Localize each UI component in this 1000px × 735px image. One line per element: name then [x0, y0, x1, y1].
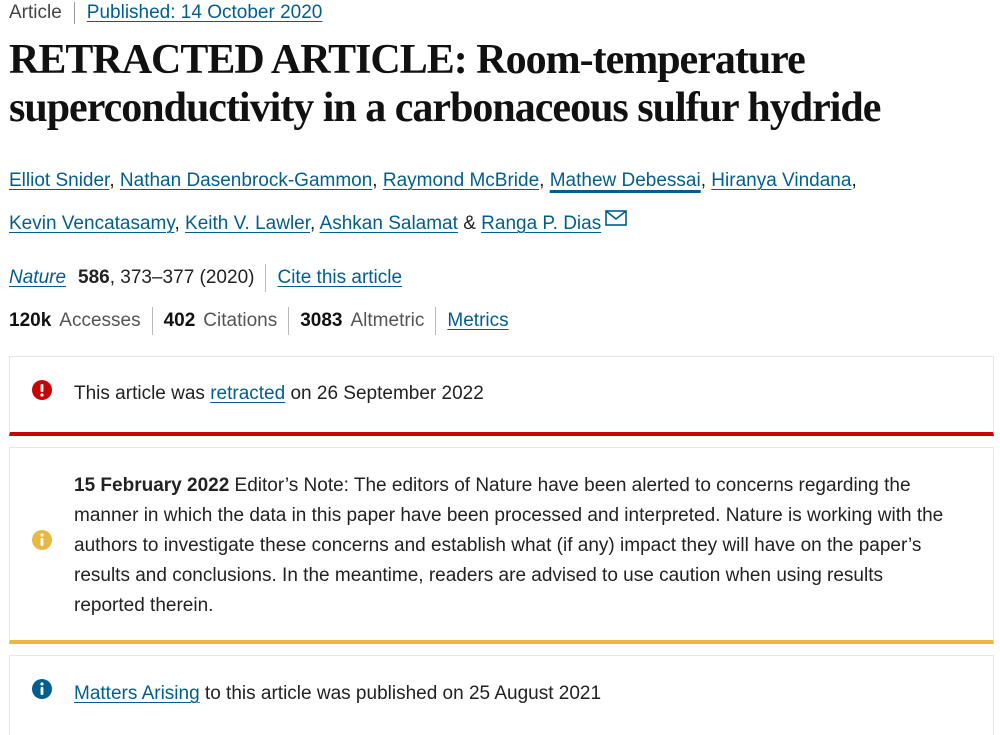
author-link[interactable]: Nathan Dasenbrock-Gammon: [120, 170, 372, 191]
author-link[interactable]: Hiranya Vindana: [711, 170, 851, 191]
mail-icon[interactable]: [605, 199, 628, 242]
retraction-notice: This article was retracted on 26 Septemb…: [9, 356, 994, 436]
divider: [73, 2, 75, 24]
cite-this-article-link[interactable]: Cite this article: [277, 267, 402, 289]
divider: [265, 264, 267, 292]
journal-link[interactable]: Nature: [9, 267, 66, 288]
metrics-link[interactable]: Metrics: [447, 310, 508, 332]
author-link[interactable]: Keith V. Lawler: [185, 213, 310, 234]
citations-count: 402: [163, 310, 196, 331]
editor-note-body: Editor’s Note: The editors of Nature hav…: [74, 475, 944, 616]
citations-label: Citations: [203, 310, 278, 331]
divider: [288, 307, 290, 335]
info-circle-icon: [31, 529, 53, 557]
corresponding-author-link[interactable]: Ranga P. Dias: [481, 213, 601, 234]
author-link[interactable]: Ashkan Salamat: [320, 213, 458, 234]
editor-note-date: 15 February 2022: [74, 475, 230, 496]
info-circle-icon: [31, 678, 53, 706]
accesses-label: Accesses: [59, 310, 141, 331]
altmetric-score: 3083: [300, 310, 343, 331]
author-link[interactable]: Raymond McBride: [383, 170, 539, 191]
metrics-bar: 120k Accesses 402 Citations 3083 Altmetr…: [9, 307, 509, 335]
author-link[interactable]: Kevin Vencatasamy: [9, 213, 174, 234]
author-link-hovered[interactable]: Mathew Debessai: [550, 170, 701, 191]
editor-note-text: 15 February 2022 Editor’s Note: The edit…: [74, 471, 953, 621]
article-type: Article: [9, 2, 62, 23]
author-list: Elliot Snider, Nathan Dasenbrock-Gammon,…: [9, 159, 994, 245]
pages-year: , 373–377 (2020): [109, 267, 255, 288]
editor-note: 15 February 2022 Editor’s Note: The edit…: [9, 447, 994, 644]
matters-arising-notice: Matters Arising to this article was publ…: [9, 655, 994, 735]
volume: 586: [78, 267, 110, 288]
exclamation-circle-icon: [31, 379, 53, 407]
published-date-link[interactable]: Published: 14 October 2020: [87, 2, 323, 24]
ampersand: &: [463, 213, 476, 234]
altmetric-label: Altmetric: [350, 310, 425, 331]
author-link[interactable]: Elliot Snider: [9, 170, 109, 191]
matters-arising-text: Matters Arising to this article was publ…: [74, 683, 602, 704]
accesses-count: 120k: [9, 310, 52, 331]
retraction-text: This article was retracted on 26 Septemb…: [74, 383, 484, 404]
article-meta: Article Published: 14 October 2020: [9, 0, 322, 26]
article-title: RETRACTED ARTICLE: Room-temperature supe…: [9, 37, 881, 131]
retracted-link[interactable]: retracted: [210, 383, 285, 404]
citation-line: Nature 586 , 373–377 (2020) Cite this ar…: [9, 264, 402, 292]
divider: [435, 307, 437, 335]
matters-arising-link[interactable]: Matters Arising: [74, 683, 200, 704]
divider: [151, 307, 153, 335]
